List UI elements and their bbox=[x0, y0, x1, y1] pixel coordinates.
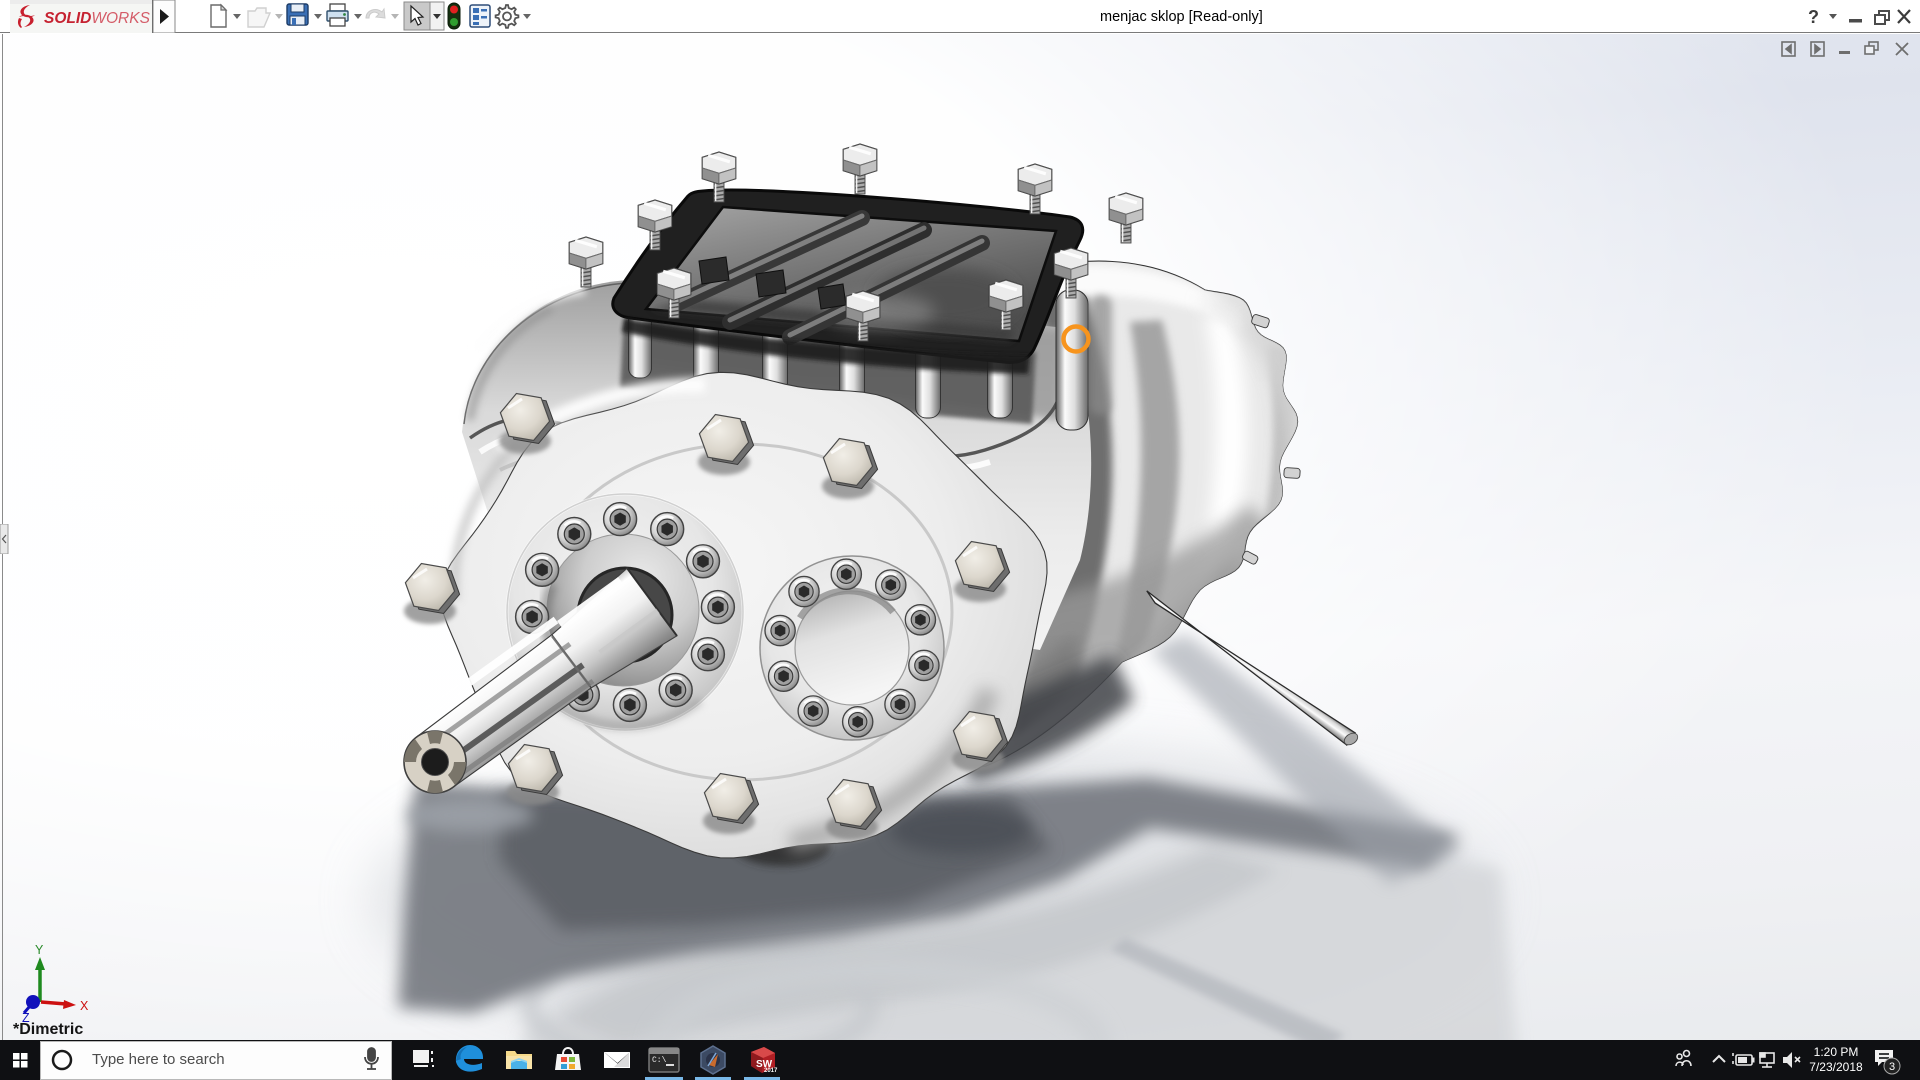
svg-text:Y: Y bbox=[35, 943, 44, 957]
svg-text:X: X bbox=[80, 999, 89, 1013]
svg-text:C:\: C:\ bbox=[652, 1056, 667, 1065]
svg-text:3: 3 bbox=[1889, 1061, 1895, 1073]
svg-text:2017: 2017 bbox=[764, 1068, 778, 1074]
